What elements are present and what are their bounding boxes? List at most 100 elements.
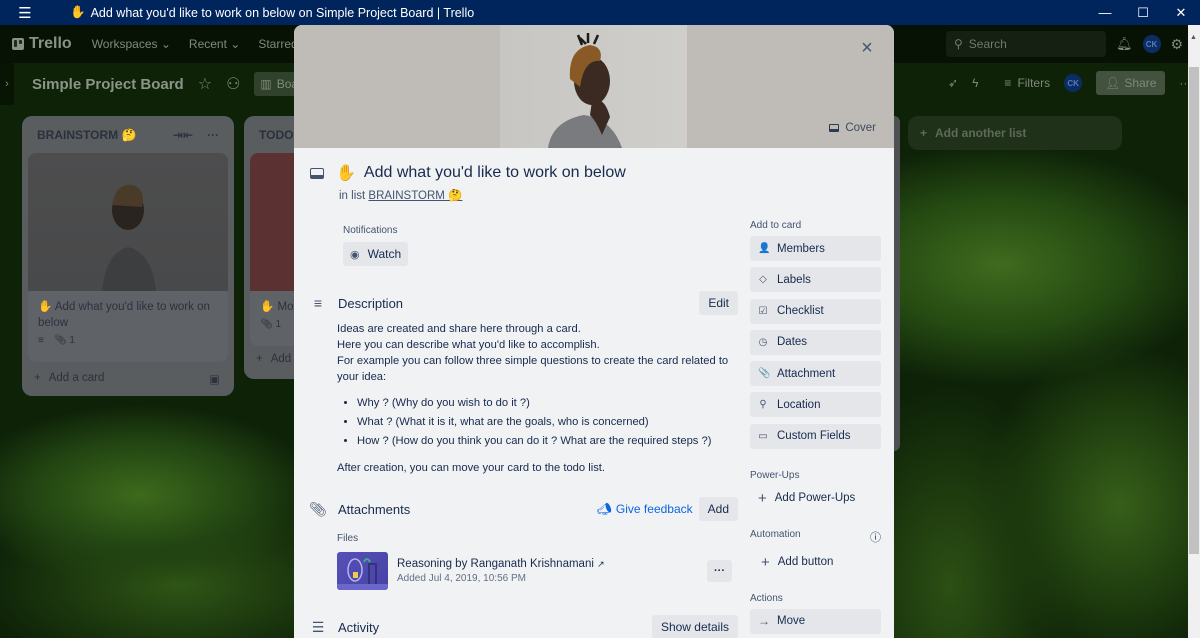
hamburger-menu-icon[interactable]: ☰ [0, 4, 50, 22]
sidebar-location-button[interactable]: ⚲ Location [750, 392, 881, 418]
actions-label: Actions [750, 592, 783, 604]
page-scrollbar[interactable]: ▲ [1188, 25, 1200, 638]
sidebar-checklist-button[interactable]: ☑ Checklist [750, 298, 881, 324]
plus-icon: + [34, 372, 41, 384]
minimize-button[interactable]: — [1086, 5, 1124, 21]
add-member-icon: 👤︎ [1105, 76, 1121, 90]
description-body[interactable]: Ideas are created and share here through… [337, 321, 737, 476]
visibility-icon[interactable]: ⚇ [226, 74, 240, 94]
window-close-button[interactable]: ✕ [1162, 5, 1200, 21]
clock-icon: ◷ [758, 336, 768, 348]
list-card[interactable]: ✋ Add what you'd like to work on below ≡… [28, 153, 228, 362]
attachment-badge: 📎︎ 1 [260, 319, 282, 330]
sidebar-attachment-button[interactable]: 📎 Attachment [750, 361, 881, 387]
chevron-down-icon: ⌄ [230, 37, 241, 51]
arrow-right-icon: → [758, 614, 770, 629]
automation-bolt-icon[interactable]: ϟ [972, 76, 978, 90]
cover-image [500, 25, 687, 148]
list-menu-icon[interactable]: ··· [207, 128, 219, 142]
board-name[interactable]: Simple Project Board [32, 76, 184, 93]
edit-description-button[interactable]: Edit [699, 291, 738, 315]
activity-heading: Activity [338, 619, 380, 635]
give-feedback-link[interactable]: 📣︎ Give feedback [597, 502, 693, 516]
chevron-down-icon: ⌄ [160, 37, 171, 51]
description-icon: ≡ [313, 295, 323, 311]
attachment-thumbnail[interactable] [337, 552, 388, 590]
activity-section-header: ☰ Activity Show details [310, 615, 738, 638]
power-ups-rocket-icon[interactable]: ➶ [948, 76, 958, 90]
plus-icon: + [758, 489, 767, 507]
notifications-bell-icon[interactable]: 🔔︎ [1116, 36, 1133, 52]
description-heading: Description [338, 295, 404, 311]
label-tag-icon: ◇ [759, 274, 767, 286]
description-badge-icon: ≡ [38, 335, 44, 346]
trello-logo-icon [12, 38, 24, 50]
sidebar-labels-button[interactable]: ◇ Labels [750, 267, 881, 293]
description-section-header: ≡ Description Edit [310, 291, 738, 315]
settings-gear-icon[interactable]: ⚙ [1171, 36, 1184, 53]
brand-name: Trello [29, 35, 72, 52]
collapse-list-icon[interactable]: ⇥⇤ [173, 128, 193, 142]
search-input[interactable]: ⚲ Search [946, 31, 1106, 57]
attachments-section-header: 📎︎ Attachments 📣︎ Give feedback Add [309, 497, 738, 521]
attachment-item[interactable]: Reasoning by Ranganath Krishnamani ↗ Add… [337, 552, 732, 590]
add-attachment-button[interactable]: Add [698, 497, 738, 521]
card-detail-modal: × Cover ✋ Add what you'd like to work on… [294, 25, 894, 638]
card-cover: × Cover [294, 25, 894, 148]
nav-recent[interactable]: Recent ⌄ [189, 37, 240, 51]
cover-button[interactable]: Cover [829, 122, 876, 134]
cover-photo-person [548, 33, 622, 148]
attachment-name[interactable]: Reasoning by Ranganath Krishnamani ↗ [397, 558, 605, 570]
attachments-heading: Attachments [338, 501, 411, 517]
card-title-heading[interactable]: ✋ Add what you'd like to work on below [336, 163, 626, 183]
user-avatar[interactable]: CK [1142, 35, 1161, 53]
sidebar-dates-button[interactable]: ◷ Dates [750, 329, 881, 355]
add-card-button[interactable]: + Add a card ▣ [34, 372, 220, 386]
description-bullet: What ? (What it is it, what are the goal… [357, 413, 737, 432]
share-button[interactable]: 👤︎ Share [1096, 71, 1166, 95]
nav-starred[interactable]: Starred [258, 37, 297, 51]
add-power-ups-button[interactable]: + Add Power-Ups [750, 486, 881, 511]
attachment-badge: 📎︎ 1 [53, 335, 75, 346]
location-pin-icon: ⚲ [759, 399, 767, 411]
add-automation-button[interactable]: + Add button [750, 550, 881, 575]
scrollbar-thumb[interactable] [1189, 67, 1199, 554]
trello-logo[interactable]: Trello [12, 35, 72, 53]
expand-sidebar-icon[interactable]: › [0, 63, 14, 105]
files-label: Files [337, 533, 359, 544]
description-bullet: Why ? (Why do you wish to do it ?) [357, 394, 737, 413]
add-another-list-button[interactable]: + Add another list [908, 116, 1122, 150]
raised-hand-emoji: ✋ [336, 165, 356, 182]
watch-button[interactable]: ◉ Watch [343, 242, 408, 266]
show-details-button[interactable]: Show details [651, 615, 738, 638]
info-icon[interactable]: ⓘ [870, 529, 881, 545]
sidebar-custom-fields-button[interactable]: ▭ Custom Fields [750, 423, 881, 449]
filters-button[interactable]: ≡ Filters [1004, 76, 1050, 90]
nav-workspaces[interactable]: Workspaces ⌄ [92, 37, 171, 51]
window-title-text: Add what you'd like to work on below on … [90, 5, 475, 20]
cover-photo-person [102, 184, 156, 291]
automation-label: Automation ⓘ [750, 528, 881, 545]
paperclip-icon: 📎︎ [309, 500, 327, 517]
list-link[interactable]: BRAINSTORM 🤔 [368, 190, 462, 202]
description-bullet: How ? (How do you think you can do it ? … [357, 432, 737, 451]
sidebar-members-button[interactable]: 👤 Members [750, 236, 881, 261]
list-title[interactable]: TODO [259, 128, 293, 142]
external-link-icon: ↗ [597, 559, 605, 569]
scroll-up-arrow[interactable]: ▲ [1190, 34, 1197, 41]
filter-icon: ≡ [1004, 76, 1012, 90]
card-template-icon[interactable]: ▣ [209, 372, 220, 386]
attachment-more-button[interactable]: ··· [707, 560, 732, 582]
power-ups-label: Power-Ups [750, 469, 800, 481]
board-member-avatar[interactable]: CK [1064, 74, 1083, 92]
eye-icon: ◉ [350, 248, 360, 261]
star-icon[interactable]: ☆ [198, 74, 212, 94]
close-modal-button[interactable]: × [854, 35, 880, 61]
move-card-button[interactable]: → Move [750, 608, 881, 634]
search-placeholder: Search [968, 37, 1007, 51]
window-titlebar: ☰ ✋ Add what you'd like to work on below… [0, 0, 1200, 25]
maximize-button[interactable]: ☐ [1124, 5, 1162, 21]
attachment-date: Added Jul 4, 2019, 10:56 PM [397, 573, 526, 584]
list-title[interactable]: BRAINSTORM 🤔 [37, 128, 136, 142]
hidden-list-edge [894, 116, 900, 451]
